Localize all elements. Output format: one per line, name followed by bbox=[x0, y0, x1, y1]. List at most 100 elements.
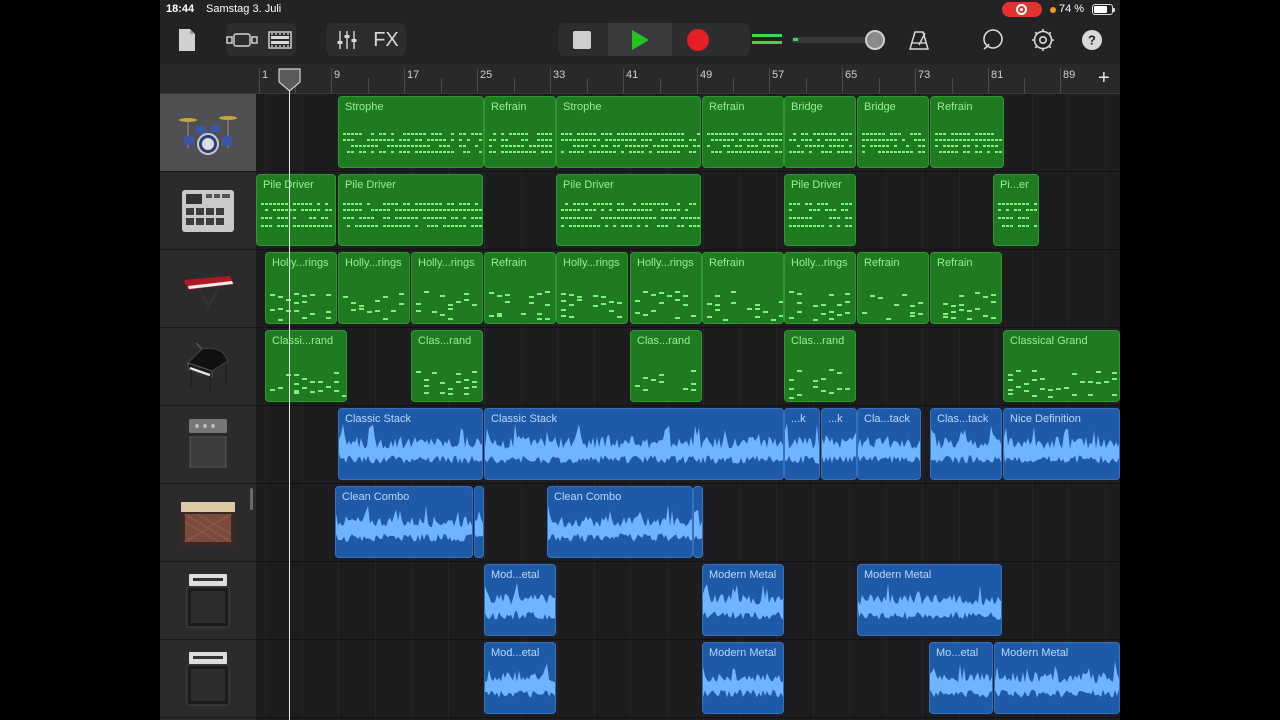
midi-region[interactable]: Holly...rings bbox=[338, 252, 410, 324]
fx-label: FX bbox=[373, 28, 399, 51]
stop-button[interactable] bbox=[564, 26, 600, 54]
audio-region[interactable]: Mod...etal bbox=[484, 642, 556, 714]
tracks-view-icon[interactable] bbox=[264, 26, 296, 54]
loop-browser-icon[interactable] bbox=[978, 26, 1008, 54]
track-header-grand-piano[interactable] bbox=[160, 328, 256, 406]
help-icon[interactable]: ? bbox=[1078, 26, 1106, 54]
mixer-sliders-icon[interactable] bbox=[330, 26, 364, 54]
audio-region[interactable]: Nice Definition bbox=[1003, 408, 1120, 480]
midi-region[interactable]: Holly...rings bbox=[630, 252, 702, 324]
midi-region[interactable]: Holly...rings bbox=[784, 252, 856, 324]
region-name: Mod...etal bbox=[491, 569, 540, 581]
play-button[interactable] bbox=[622, 26, 658, 54]
midi-region[interactable]: Pile Driver bbox=[784, 174, 856, 246]
region-name: Holly...rings bbox=[563, 257, 620, 269]
audio-region[interactable]: Classic Stack bbox=[338, 408, 483, 480]
midi-region[interactable]: Pi...er bbox=[993, 174, 1039, 246]
region-name: Refrain bbox=[709, 101, 745, 113]
midi-region[interactable]: Classical Grand bbox=[1003, 330, 1120, 402]
region-name: Holly...rings bbox=[345, 257, 402, 269]
midi-region[interactable]: Pile Driver bbox=[256, 174, 336, 246]
metronome-icon[interactable] bbox=[904, 26, 934, 54]
region-name: Pi...er bbox=[1000, 179, 1029, 191]
audio-region[interactable]: Modern Metal bbox=[702, 564, 784, 636]
audio-region[interactable]: Mod...etal bbox=[484, 564, 556, 636]
midi-region[interactable]: Refrain bbox=[484, 96, 556, 168]
audio-region[interactable]: Cla...tack bbox=[857, 408, 921, 480]
midi-region[interactable]: Refrain bbox=[702, 96, 784, 168]
grand-piano-icon bbox=[187, 341, 229, 391]
ruler-bar-number: 25 bbox=[480, 69, 493, 81]
region-name: Strophe bbox=[345, 101, 384, 113]
audio-region[interactable]: ...k bbox=[784, 408, 820, 480]
region-name: Mo...etal bbox=[936, 647, 979, 659]
region-name: Bridge bbox=[864, 101, 896, 113]
playhead-handle[interactable] bbox=[278, 68, 301, 92]
midi-region[interactable]: Refrain bbox=[484, 252, 556, 324]
timeline-ruler[interactable]: 1 9 17 25 33 41 49 57 65 73 81 89 bbox=[256, 64, 1120, 94]
ruler-bar-number: 65 bbox=[845, 69, 858, 81]
region-name: Refrain bbox=[491, 257, 527, 269]
audio-region[interactable]: Clean Combo bbox=[335, 486, 473, 558]
audio-region[interactable]: ...k bbox=[821, 408, 857, 480]
track-header-drums[interactable] bbox=[160, 94, 256, 172]
midi-region[interactable]: Holly...rings bbox=[411, 252, 483, 324]
audio-region[interactable]: Clean Combo bbox=[547, 486, 693, 558]
audio-region[interactable]: Modern Metal bbox=[702, 642, 784, 714]
svg-text:?: ? bbox=[1088, 33, 1096, 48]
midi-region[interactable]: Bridge bbox=[857, 96, 929, 168]
ruler-bar-number: 89 bbox=[1063, 69, 1076, 81]
master-volume-slider[interactable] bbox=[865, 30, 885, 50]
midi-region[interactable]: Refrain bbox=[702, 252, 784, 324]
fx-button[interactable]: FX bbox=[368, 26, 404, 54]
record-button[interactable] bbox=[680, 26, 716, 54]
midi-region[interactable]: Refrain bbox=[857, 252, 929, 324]
audio-region[interactable]: Classic Stack bbox=[484, 408, 784, 480]
browser-view-icon[interactable] bbox=[226, 26, 260, 54]
midi-region[interactable]: Strophe bbox=[338, 96, 484, 168]
track-list-scroll-indicator[interactable] bbox=[250, 488, 253, 510]
garageband-screen: 18:44 Samstag 3. Juli 74 % FX ? 1 9 17 2… bbox=[160, 0, 1120, 720]
track-header-beat-sequencer[interactable] bbox=[160, 172, 256, 250]
track-header-clean-combo[interactable] bbox=[160, 484, 256, 562]
ruler-bar-number: 9 bbox=[334, 69, 341, 81]
my-songs-icon[interactable] bbox=[174, 26, 200, 54]
midi-region[interactable]: Clas...rand bbox=[784, 330, 856, 402]
playhead-line bbox=[289, 72, 290, 720]
region-name: Classic Stack bbox=[345, 413, 412, 425]
midi-region[interactable]: Holly...rings bbox=[265, 252, 337, 324]
midi-region[interactable]: Clas...rand bbox=[411, 330, 483, 402]
status-date: Samstag 3. Juli bbox=[206, 3, 282, 15]
combo-amp-icon bbox=[181, 501, 235, 546]
track-header-classic-stack[interactable] bbox=[160, 406, 256, 484]
midi-region[interactable]: Classi...rand bbox=[265, 330, 347, 402]
region-name: Pile Driver bbox=[345, 179, 396, 191]
midi-region[interactable]: Refrain bbox=[930, 96, 1004, 168]
audio-region[interactable]: Mo...etal bbox=[929, 642, 993, 714]
audio-region[interactable]: Modern Metal bbox=[994, 642, 1120, 714]
track-header-keyboard[interactable] bbox=[160, 250, 256, 328]
audio-region[interactable]: Modern Metal bbox=[857, 564, 1002, 636]
audio-region[interactable] bbox=[693, 486, 703, 558]
audio-region[interactable] bbox=[474, 486, 484, 558]
midi-region[interactable]: Refrain bbox=[930, 252, 1002, 324]
tracks-arrange-area[interactable]: Strophe Refrain Strophe Refrain Bridge Bridge… bbox=[256, 94, 1120, 720]
screen-recording-icon[interactable] bbox=[1002, 2, 1042, 17]
region-name: Modern Metal bbox=[709, 569, 777, 581]
region-name: Clean Combo bbox=[342, 491, 410, 503]
audio-region[interactable]: Clas...tack bbox=[930, 408, 1002, 480]
region-name: Refrain bbox=[937, 101, 973, 113]
midi-region[interactable]: Clas...rand bbox=[630, 330, 702, 402]
battery-icon bbox=[1092, 4, 1115, 15]
status-bar: 18:44 Samstag 3. Juli 74 % bbox=[160, 0, 1120, 20]
region-name: Refrain bbox=[709, 257, 745, 269]
settings-gear-icon[interactable] bbox=[1028, 26, 1058, 54]
midi-region[interactable]: Strophe bbox=[556, 96, 701, 168]
midi-region[interactable]: Holly...rings bbox=[556, 252, 628, 324]
add-section-button[interactable]: + bbox=[1098, 67, 1110, 90]
track-header-modern-metal-2[interactable] bbox=[160, 640, 256, 718]
midi-region[interactable]: Pile Driver bbox=[556, 174, 701, 246]
midi-region[interactable]: Bridge bbox=[784, 96, 856, 168]
midi-region[interactable]: Pile Driver bbox=[338, 174, 483, 246]
track-header-modern-metal-1[interactable] bbox=[160, 562, 256, 640]
